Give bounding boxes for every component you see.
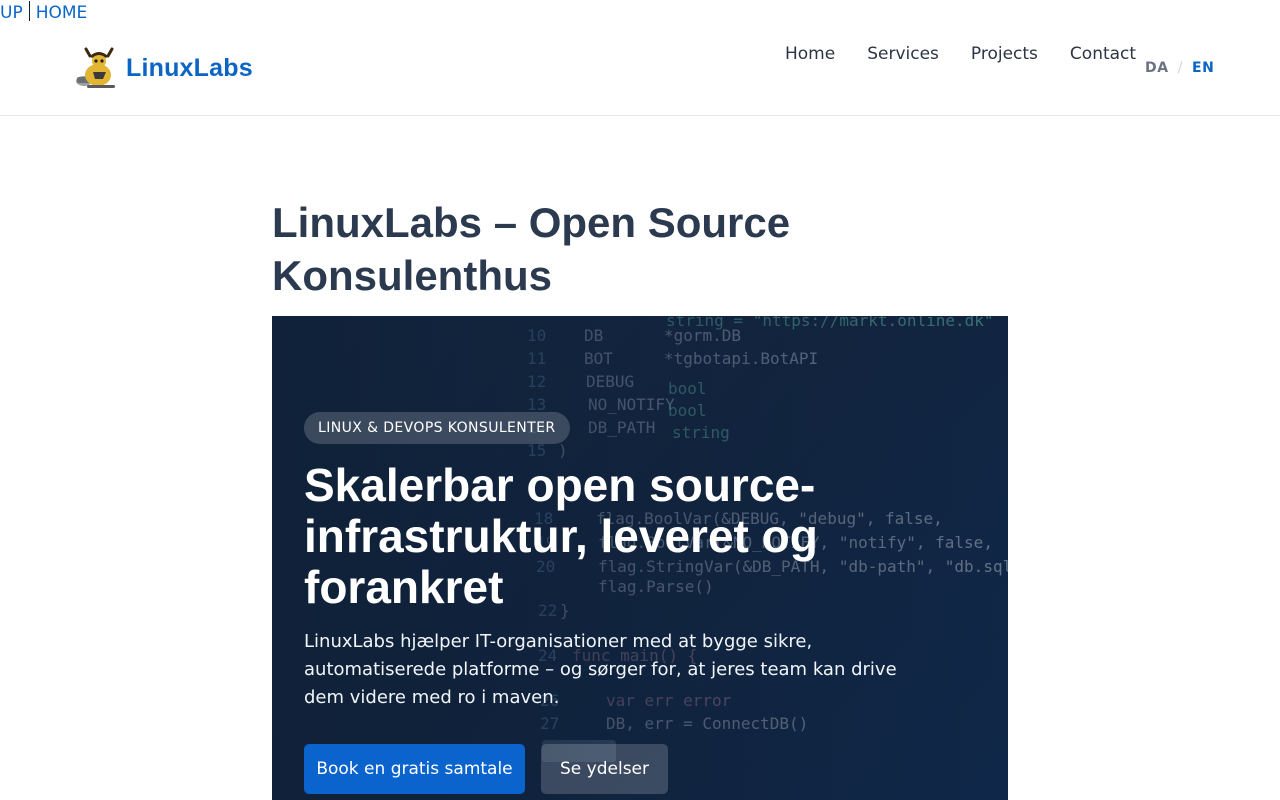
site-header: LinuxLabs Home Services Projects Contact…	[0, 24, 1280, 116]
brand-link[interactable]: LinuxLabs	[74, 46, 253, 90]
top-utility-links: UP HOME	[0, 1, 87, 24]
language-da-link[interactable]: DA	[1145, 60, 1169, 76]
nav-item-projects[interactable]: Projects	[971, 42, 1038, 66]
book-call-button[interactable]: Book en gratis samtale	[304, 744, 525, 794]
link-separator	[28, 1, 30, 21]
page-title: LinuxLabs – Open Source Konsulenthus	[272, 199, 791, 299]
nav-item-services[interactable]: Services	[867, 42, 939, 66]
home-link[interactable]: HOME	[36, 3, 88, 23]
brand-name: LinuxLabs	[126, 53, 253, 82]
language-switcher: DA / EN	[1145, 60, 1214, 76]
hero-heading: Skalerbar open source-infrastruktur, lev…	[304, 459, 818, 613]
nav-item-home[interactable]: Home	[785, 42, 835, 66]
language-separator: /	[1177, 60, 1183, 76]
gnu-mascot-logo	[76, 47, 115, 88]
nav-item-contact[interactable]: Contact	[1070, 42, 1136, 66]
main-nav: Home Services Projects Contact	[785, 42, 1168, 66]
see-services-button[interactable]: Se ydelser	[541, 744, 668, 794]
up-link[interactable]: UP	[0, 3, 23, 23]
hero-description: LinuxLabs hjælper IT-organisationer med …	[304, 631, 897, 708]
hero-badge: LINUX & DEVOPS KONSULENTER	[304, 412, 570, 444]
hero-banner: 101112 131415 181920 222426 27 DBBOTDEBU…	[272, 316, 1008, 800]
language-en-link[interactable]: EN	[1192, 60, 1214, 76]
